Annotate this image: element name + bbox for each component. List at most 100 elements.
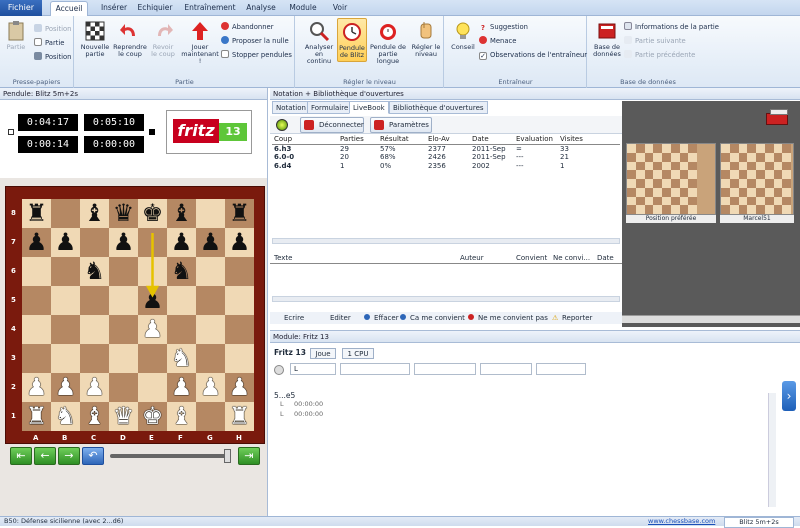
- undo-move-button[interactable]: ↶: [82, 447, 104, 465]
- threat-button[interactable]: Menace: [479, 36, 516, 46]
- delete-comment-button[interactable]: Effacer: [374, 314, 399, 322]
- previous-game-button[interactable]: Partie précédente: [624, 50, 695, 60]
- game-info-button[interactable]: Informations de la partie: [624, 22, 719, 32]
- thumbnail-square: [738, 196, 748, 206]
- fritz-logo-version: 13: [219, 123, 247, 141]
- database-button[interactable]: Base de données: [592, 20, 622, 58]
- table-cell: 1: [560, 161, 565, 170]
- paste-game-small-button[interactable]: Partie: [34, 38, 65, 48]
- table-cell: 2011-Sep: [472, 144, 506, 153]
- thumbnail-square: [635, 205, 645, 214]
- table-row[interactable]: 6.h3 29 57% 2377 2011-Sep = 33: [272, 144, 620, 153]
- thumbnails-hscrollbar[interactable]: [622, 315, 800, 323]
- thumbnail-square: [756, 170, 765, 179]
- take-back-button[interactable]: Reprendre le coup: [113, 20, 147, 58]
- comments-hscrollbar[interactable]: [272, 296, 620, 302]
- next-move-button[interactable]: →: [58, 447, 80, 465]
- col-comment-date[interactable]: Date: [597, 254, 614, 262]
- col-parties[interactable]: Parties: [338, 135, 378, 144]
- rank-label: 7: [11, 238, 16, 246]
- tab-entrainement[interactable]: Entraînement: [184, 1, 236, 16]
- play-now-button[interactable]: Jouer maintenant !: [181, 20, 219, 65]
- thumbnail-square: [764, 187, 774, 197]
- blitz-clock-button[interactable]: Pendule de Blitz: [337, 18, 367, 62]
- previous-move-button[interactable]: ←: [34, 447, 56, 465]
- abandon-button[interactable]: Abandonner: [221, 22, 274, 32]
- suggestion-button[interactable]: ? Suggestion: [479, 22, 528, 32]
- thumbnail-square: [764, 144, 774, 153]
- long-clock-button[interactable]: Pendule de partie longue: [368, 20, 408, 65]
- thumbnail-square: [653, 196, 662, 206]
- thumbnail-square: [670, 187, 680, 197]
- file-menu-button[interactable]: Fichier: [0, 0, 42, 16]
- new-game-button[interactable]: Nouvelle partie: [79, 20, 111, 58]
- col-ne-convient[interactable]: Ne convi...: [553, 254, 590, 262]
- tab-notation[interactable]: Notation: [272, 101, 310, 114]
- chessboard[interactable]: ♜ ♝ ♛ ♚ ♝ ♜ ♟ ♟ ♟ ♟ ♟ ♟ ♞ ♞ ♟ ♟ ♞ ♟ ♟ ♟ ♟ ♟ ♟ ♜ ♞ ♝ ♛ ♚ ♝ ♜: [22, 199, 254, 431]
- next-game-button[interactable]: Partie suivante: [624, 36, 686, 46]
- table-hscrollbar[interactable]: [272, 238, 620, 244]
- move-slider-handle[interactable]: [224, 449, 231, 463]
- tab-formulaire[interactable]: Formulaire: [307, 101, 353, 114]
- database-group-label: Base de données: [620, 78, 676, 86]
- tab-voir[interactable]: Voir: [326, 1, 354, 16]
- tab-echiquier[interactable]: Echiquier: [136, 1, 174, 16]
- thumbnail-marcel[interactable]: [720, 143, 794, 215]
- table-row[interactable]: 6.d4 1 0% 2356 2002 --- 1: [272, 162, 620, 171]
- parameters-button[interactable]: Paramètres: [370, 117, 432, 133]
- engine-vscrollbar[interactable]: [768, 393, 776, 507]
- tab-module[interactable]: Module: [286, 1, 320, 16]
- thumbnail-square: [627, 196, 636, 206]
- table-row[interactable]: 6.0-0 20 68% 2426 2011-Sep --- 21: [272, 153, 620, 162]
- left-arrow-icon: ←: [40, 449, 50, 462]
- move-slider-track[interactable]: [110, 454, 230, 458]
- col-date[interactable]: Date: [470, 135, 514, 144]
- engine-expand-button[interactable]: ›: [782, 381, 796, 411]
- last-move-button[interactable]: ⇥: [238, 447, 260, 465]
- col-auteur[interactable]: Auteur: [460, 254, 484, 262]
- observations-checkbox[interactable]: ✓ Observations de l'entraîneur: [479, 50, 587, 60]
- thumbnail-square: [635, 161, 645, 171]
- engine-play-button[interactable]: Joue: [310, 348, 336, 359]
- thumbnail-square: [729, 144, 739, 153]
- agree-button[interactable]: Ca me convient: [410, 314, 465, 322]
- edit-comment-button[interactable]: Editer: [330, 314, 351, 322]
- copy-position-button[interactable]: Position: [34, 24, 71, 34]
- thumbnail-square: [773, 187, 783, 197]
- table-cell: 21: [560, 153, 569, 161]
- tab-opening-library[interactable]: Bibliothèque d'ouvertures: [389, 101, 488, 114]
- stop-clocks-checkbox[interactable]: Stopper pendules: [221, 50, 292, 60]
- disconnect-button[interactable]: Déconnecter: [300, 117, 364, 133]
- handshake-icon: [221, 36, 229, 44]
- col-evaluation[interactable]: Evaluation: [514, 135, 558, 144]
- advice-button[interactable]: Conseil: [449, 20, 477, 51]
- thumbnail-square: [764, 161, 774, 171]
- col-texte[interactable]: Texte: [274, 254, 292, 262]
- tab-inserer[interactable]: Insérer: [96, 1, 132, 16]
- cpu-count-button[interactable]: 1 CPU: [342, 348, 374, 359]
- col-convient[interactable]: Convient: [516, 254, 547, 262]
- write-comment-button[interactable]: Ecrire: [284, 314, 304, 322]
- propose-draw-button[interactable]: Proposer la nulle: [221, 36, 289, 46]
- chessbase-link[interactable]: www.chessbase.com: [648, 517, 715, 526]
- tab-accueil[interactable]: Accueil: [50, 1, 88, 16]
- board-icon: [34, 52, 42, 60]
- livebook-thumbnails: Position préférée Marcel51: [622, 101, 800, 327]
- set-level-button[interactable]: Régler le niveau: [410, 20, 442, 58]
- first-move-button[interactable]: ⇤: [10, 447, 32, 465]
- col-resultat[interactable]: Résultat: [378, 135, 426, 144]
- col-coup[interactable]: Coup: [272, 135, 338, 144]
- paste-position-button[interactable]: Position: [34, 52, 71, 62]
- tab-analyse[interactable]: Analyse: [243, 1, 279, 16]
- thumbnail-preferred[interactable]: [626, 143, 716, 215]
- col-visites[interactable]: Visites: [558, 135, 620, 144]
- disagree-button[interactable]: Ne me convient pas: [478, 314, 548, 322]
- report-button[interactable]: Reporter: [562, 314, 592, 322]
- white-clock: 0:04:17: [18, 114, 78, 131]
- see-move-button[interactable]: Revoir le coup: [149, 20, 177, 58]
- thumbnail-square: [782, 170, 791, 179]
- analyze-continuous-button[interactable]: Analyser en continu: [302, 20, 336, 65]
- tab-livebook[interactable]: LiveBook: [349, 101, 389, 114]
- paste-game-button[interactable]: Partie: [4, 20, 28, 51]
- col-elo[interactable]: Elo-Av: [426, 135, 470, 144]
